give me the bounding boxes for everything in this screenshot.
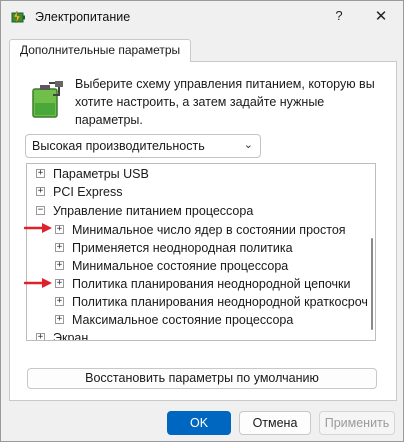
help-button[interactable]: ? [321,1,357,33]
power-options-dialog: Электропитание ? ✕ Дополнительные параме… [0,0,404,442]
tree-item-processor-power-management[interactable]: − Управление питанием процессора [27,202,373,220]
expand-icon[interactable]: + [55,243,64,252]
cancel-button[interactable]: Отмена [239,411,311,435]
tree-item-heterogeneous-policy[interactable]: + Применяется неоднородная политика [27,239,373,257]
tree-item-heterogeneous-short-thread-scheduling[interactable]: + Политика планирования неоднородной кра… [27,293,373,311]
instructions-text: Выберите схему управления питанием, кото… [75,77,375,127]
tree-item-label: Политика планирования неоднородной кратк… [72,295,368,309]
tree-item-label: PCI Express [53,185,123,199]
tree-item-max-processor-state[interactable]: + Максимальное состояние процессора [27,311,373,329]
expand-icon[interactable]: + [36,187,45,196]
tree-item-usb-settings[interactable]: + Параметры USB [27,165,373,183]
expand-icon[interactable]: + [36,169,45,178]
close-button[interactable]: ✕ [359,1,403,33]
tree-item-label: Максимальное состояние процессора [72,313,294,327]
vertical-scrollbar[interactable] [371,238,373,330]
tree-item-label: Управление питанием процессора [53,204,254,218]
power-plan-value: Высокая производительность [32,139,205,153]
power-options-icon [11,10,25,24]
tree-item-label: Политика планирования неоднородной цепоч… [72,277,351,291]
restore-defaults-button[interactable]: Восстановить параметры по умолчанию [27,368,377,389]
ok-button[interactable]: OK [167,411,231,435]
expand-icon[interactable]: + [55,225,64,234]
red-arrow-icon [24,278,52,288]
expand-icon[interactable]: + [55,279,64,288]
tree-item-label: Применяется неоднородная политика [72,241,293,255]
tree-item-label: Экран [53,331,89,341]
tree-item-label: Минимальное число ядер в состоянии прост… [72,223,346,237]
tree-item-core-parking-min-cores[interactable]: + Минимальное число ядер в состоянии про… [27,221,373,239]
tab-advanced-settings[interactable]: Дополнительные параметры [9,39,192,62]
chevron-down-icon: ⌄ [243,139,253,151]
tree-item-display[interactable]: + Экран [27,329,373,341]
tree-item-label: Минимальное состояние процессора [72,259,289,273]
expand-icon[interactable]: + [55,261,64,270]
expand-icon[interactable]: + [55,297,64,306]
power-plan-select[interactable]: Высокая производительность ⌄ [25,134,261,158]
title-bar: Электропитание ? ✕ [1,1,403,33]
battery-icon [32,81,63,118]
collapse-icon[interactable]: − [36,206,45,215]
apply-button[interactable]: Применить [319,411,395,435]
window-title: Электропитание [35,10,131,24]
settings-tree[interactable]: + Параметры USB + PCI Express − Управлен… [26,163,376,341]
tree-item-pci-express[interactable]: + PCI Express [27,183,373,201]
expand-icon[interactable]: + [36,333,45,340]
red-arrow-icon [24,223,52,233]
expand-icon[interactable]: + [55,315,64,324]
tree-item-heterogeneous-thread-scheduling[interactable]: + Политика планирования неоднородной цеп… [27,275,373,293]
tree-item-min-processor-state[interactable]: + Минимальное состояние процессора [27,257,373,275]
tree-item-label: Параметры USB [53,167,149,181]
